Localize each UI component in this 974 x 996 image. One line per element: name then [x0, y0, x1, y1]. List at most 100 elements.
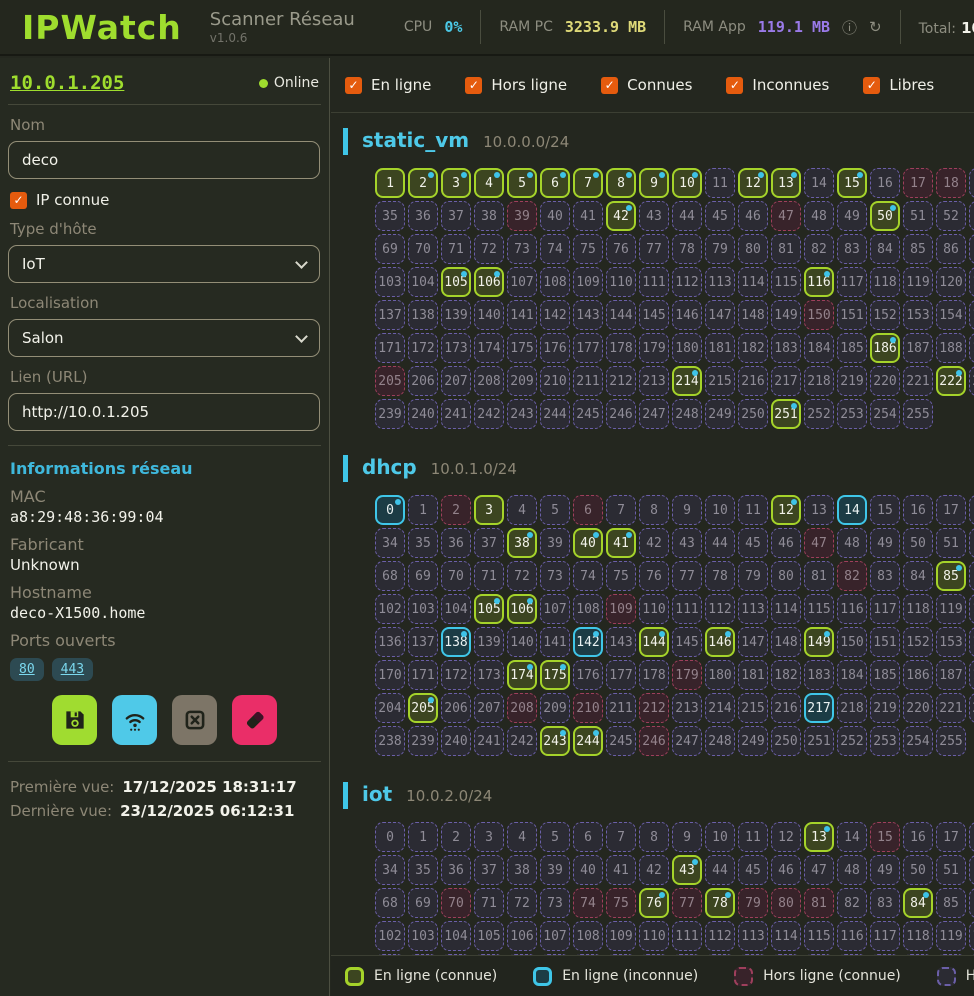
ip-cell[interactable]: 112: [672, 267, 702, 297]
ip-cell[interactable]: 115: [804, 921, 834, 951]
ip-cell[interactable]: 17: [903, 168, 933, 198]
ip-cell[interactable]: 79: [705, 234, 735, 264]
ip-cell[interactable]: 239: [375, 399, 405, 429]
ip-cell[interactable]: 174: [474, 333, 504, 363]
ip-cell[interactable]: 219: [837, 366, 867, 396]
ip-cell[interactable]: 250: [738, 399, 768, 429]
ip-cell[interactable]: 117: [870, 921, 900, 951]
ip-cell[interactable]: 206: [441, 693, 471, 723]
ip-cell[interactable]: 110: [606, 267, 636, 297]
ip-cell[interactable]: 14: [837, 822, 867, 852]
ip-cell[interactable]: 179: [639, 333, 669, 363]
ip-cell[interactable]: 34: [375, 528, 405, 558]
ip-cell[interactable]: 50: [903, 528, 933, 558]
ip-cell[interactable]: 238: [375, 726, 405, 756]
ip-cell[interactable]: 242: [474, 399, 504, 429]
ip-cell[interactable]: 7: [606, 495, 636, 525]
ip-cell[interactable]: 141: [507, 300, 537, 330]
ip-cell[interactable]: 14: [837, 495, 867, 525]
ip-cell[interactable]: 109: [606, 594, 636, 624]
ip-cell[interactable]: 48: [837, 855, 867, 885]
ip-cell[interactable]: 115: [804, 594, 834, 624]
ip-cell[interactable]: 47: [771, 201, 801, 231]
ip-cell[interactable]: 181: [705, 333, 735, 363]
ip-cell[interactable]: 218: [837, 693, 867, 723]
ip-cell[interactable]: 118: [870, 267, 900, 297]
erase-button[interactable]: [232, 695, 277, 745]
ip-cell[interactable]: 154: [936, 300, 966, 330]
ip-cell[interactable]: 254: [903, 726, 933, 756]
ip-cell[interactable]: 38: [507, 528, 537, 558]
ip-cell[interactable]: 77: [672, 888, 702, 918]
ip-cell[interactable]: 107: [540, 594, 570, 624]
ip-cell[interactable]: 245: [606, 726, 636, 756]
ip-cell[interactable]: 153: [903, 300, 933, 330]
open-port-link[interactable]: 443: [52, 658, 93, 681]
ip-cell[interactable]: 10: [705, 495, 735, 525]
ip-cell[interactable]: 86: [936, 234, 966, 264]
ip-cell[interactable]: 43: [672, 855, 702, 885]
ip-cell[interactable]: 8: [639, 822, 669, 852]
ip-cell[interactable]: 109: [606, 921, 636, 951]
ip-cell[interactable]: 240: [441, 726, 471, 756]
ip-cell[interactable]: 113: [738, 594, 768, 624]
ip-cell[interactable]: 15: [870, 822, 900, 852]
ip-cell[interactable]: 84: [870, 234, 900, 264]
ip-cell[interactable]: 188: [969, 660, 974, 690]
ip-cell[interactable]: 9: [672, 822, 702, 852]
ip-cell[interactable]: 246: [639, 726, 669, 756]
ip-cell[interactable]: 79: [738, 888, 768, 918]
ip-cell[interactable]: 13: [804, 495, 834, 525]
name-input[interactable]: deco: [8, 141, 320, 179]
ip-cell[interactable]: 85: [936, 561, 966, 591]
ip-cell[interactable]: 209: [507, 366, 537, 396]
ip-cell[interactable]: 81: [804, 888, 834, 918]
ip-cell[interactable]: 142: [540, 300, 570, 330]
ip-cell[interactable]: 4: [507, 495, 537, 525]
ip-cell[interactable]: 83: [870, 888, 900, 918]
ip-cell[interactable]: 216: [738, 366, 768, 396]
ip-cell[interactable]: 47: [804, 855, 834, 885]
ip-cell[interactable]: 207: [474, 693, 504, 723]
ip-cell[interactable]: 6: [540, 168, 570, 198]
ip-cell[interactable]: 111: [672, 921, 702, 951]
ip-cell[interactable]: 52: [969, 528, 974, 558]
ip-cell[interactable]: 115: [771, 267, 801, 297]
ip-cell[interactable]: 2: [441, 495, 471, 525]
ip-cell[interactable]: 151: [870, 627, 900, 657]
ip-cell[interactable]: 7: [573, 168, 603, 198]
ip-cell[interactable]: 148: [771, 627, 801, 657]
ip-cell[interactable]: 16: [903, 495, 933, 525]
ip-cell[interactable]: 111: [639, 267, 669, 297]
ip-cell[interactable]: 74: [573, 561, 603, 591]
ip-cell[interactable]: 143: [606, 627, 636, 657]
ip-cell[interactable]: 5: [507, 168, 537, 198]
ip-cell[interactable]: 77: [672, 561, 702, 591]
ip-cell[interactable]: 140: [474, 300, 504, 330]
ip-cell[interactable]: 252: [837, 726, 867, 756]
ip-cell[interactable]: 69: [408, 888, 438, 918]
ip-cell[interactable]: 112: [705, 594, 735, 624]
ip-cell[interactable]: 43: [639, 201, 669, 231]
ip-cell[interactable]: 188: [936, 333, 966, 363]
ip-cell[interactable]: 71: [441, 234, 471, 264]
ip-cell[interactable]: 212: [639, 693, 669, 723]
ip-cell[interactable]: 178: [639, 660, 669, 690]
ip-cell[interactable]: 103: [408, 921, 438, 951]
ip-cell[interactable]: 48: [837, 528, 867, 558]
ip-cell[interactable]: 245: [573, 399, 603, 429]
ip-cell[interactable]: 105: [474, 921, 504, 951]
ip-cell[interactable]: 85: [936, 888, 966, 918]
ip-cell[interactable]: 222: [936, 366, 966, 396]
ip-cell[interactable]: 83: [870, 561, 900, 591]
ip-cell[interactable]: 182: [738, 333, 768, 363]
ip-cell[interactable]: 138: [408, 300, 438, 330]
ip-cell[interactable]: 76: [639, 888, 669, 918]
ip-cell[interactable]: 73: [540, 561, 570, 591]
ip-cell[interactable]: 1: [408, 822, 438, 852]
checkbox-check-icon[interactable]: ✓: [601, 77, 618, 94]
ip-cell[interactable]: 44: [705, 855, 735, 885]
ip-cell[interactable]: 140: [507, 627, 537, 657]
ip-cell[interactable]: 6: [573, 822, 603, 852]
ip-cell[interactable]: 51: [903, 201, 933, 231]
